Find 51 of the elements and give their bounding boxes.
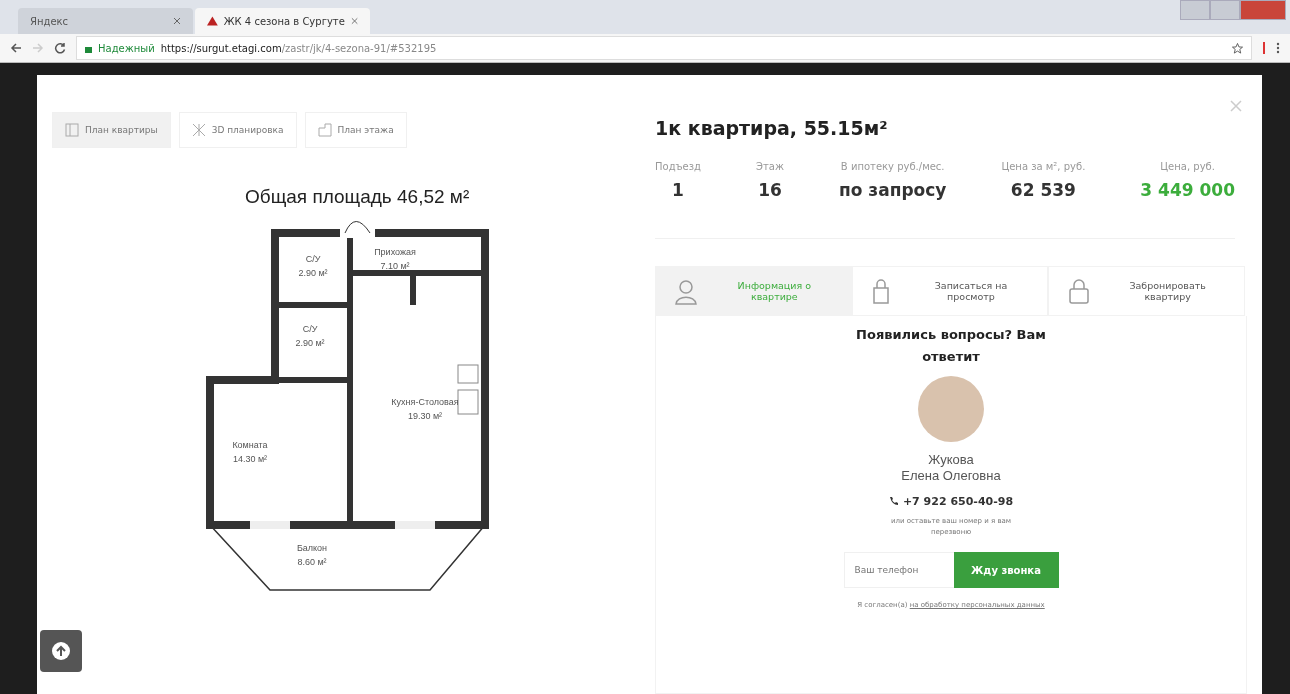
plan-tab[interactable]: План квартиры bbox=[52, 112, 171, 148]
browser-tab[interactable]: ЖК 4 сезона в Сургуте bbox=[195, 8, 370, 34]
stat-label: Цена, руб. bbox=[1160, 161, 1215, 172]
padlock-icon bbox=[1067, 277, 1092, 305]
address-bar[interactable]: Надежный https://surgut.etagi.com/zastr/jk/4-sezona-91/#532195 bbox=[76, 36, 1252, 60]
plan-tab[interactable]: План этажа bbox=[304, 112, 407, 148]
phone-input-field[interactable]: Ваш телефон bbox=[843, 552, 954, 589]
callback-button[interactable]: Жду звонка bbox=[953, 552, 1059, 589]
stat-label: В ипотеку руб./мес. bbox=[840, 161, 945, 172]
phone-icon bbox=[888, 496, 899, 507]
close-icon[interactable] bbox=[173, 17, 181, 25]
agent-name: Жукова Елена Олеговна bbox=[901, 452, 1001, 485]
security-label: Надежный bbox=[98, 42, 155, 54]
info-tab[interactable]: Забронировать квартиру bbox=[1048, 266, 1245, 316]
close-icon[interactable] bbox=[350, 17, 358, 25]
url-text: https://surgut.etagi.com/zastr/jk/4-sezona-91/#532195 bbox=[160, 42, 437, 54]
stat-value: 16 bbox=[758, 180, 782, 200]
close-button[interactable] bbox=[1240, 0, 1286, 20]
room-label: Прихожая 7.10 м² bbox=[374, 247, 416, 271]
scroll-up-button[interactable] bbox=[40, 630, 82, 672]
extension-icon[interactable] bbox=[1262, 42, 1266, 54]
phone-number[interactable]: +7 922 650-40-98 bbox=[888, 494, 1014, 508]
stat-value: 1 bbox=[672, 180, 684, 200]
back-icon[interactable] bbox=[10, 42, 22, 54]
stat-value: 62 539 bbox=[1010, 180, 1076, 200]
listing-title: 1к квартира, 55.15м² bbox=[655, 117, 889, 139]
building-icon bbox=[317, 123, 332, 137]
room-label: Кухня-Столовая 19.30 м² bbox=[391, 397, 459, 421]
stat-label: Этаж bbox=[756, 161, 784, 172]
arrow-up-icon bbox=[51, 641, 71, 661]
person-icon bbox=[674, 277, 698, 305]
site-logo-icon bbox=[207, 16, 218, 26]
close-icon bbox=[1230, 100, 1242, 112]
info-tab[interactable]: Записаться на просмотр bbox=[851, 266, 1049, 316]
room-label: С/У 2.90 м² bbox=[298, 254, 328, 278]
total-area-title: Общая площадь 46,52 м² bbox=[245, 186, 471, 208]
stat-value: по запросу bbox=[838, 180, 947, 200]
plan-tab[interactable]: 3D планировка bbox=[178, 112, 297, 148]
star-icon[interactable] bbox=[1232, 42, 1243, 54]
stat-value: 3 449 000 bbox=[1140, 180, 1235, 200]
menu-icon[interactable] bbox=[1276, 42, 1280, 54]
room-label: Балкон 8.60 м² bbox=[296, 543, 328, 567]
stat-label: Подъезд bbox=[655, 161, 701, 172]
contact-heading: Появились вопросы? Вам ответит bbox=[855, 326, 1047, 367]
room-label: Комната 14.30 м² bbox=[232, 440, 268, 464]
reload-icon[interactable] bbox=[54, 42, 66, 54]
info-tab[interactable]: Информация о квартире bbox=[655, 266, 852, 316]
room-label: С/У 2.90 м² bbox=[295, 324, 325, 348]
floor-plan-icon bbox=[65, 123, 79, 137]
stat-label: Цена за м², руб. bbox=[1001, 161, 1086, 172]
browser-tab[interactable]: Яндекс bbox=[18, 8, 193, 34]
